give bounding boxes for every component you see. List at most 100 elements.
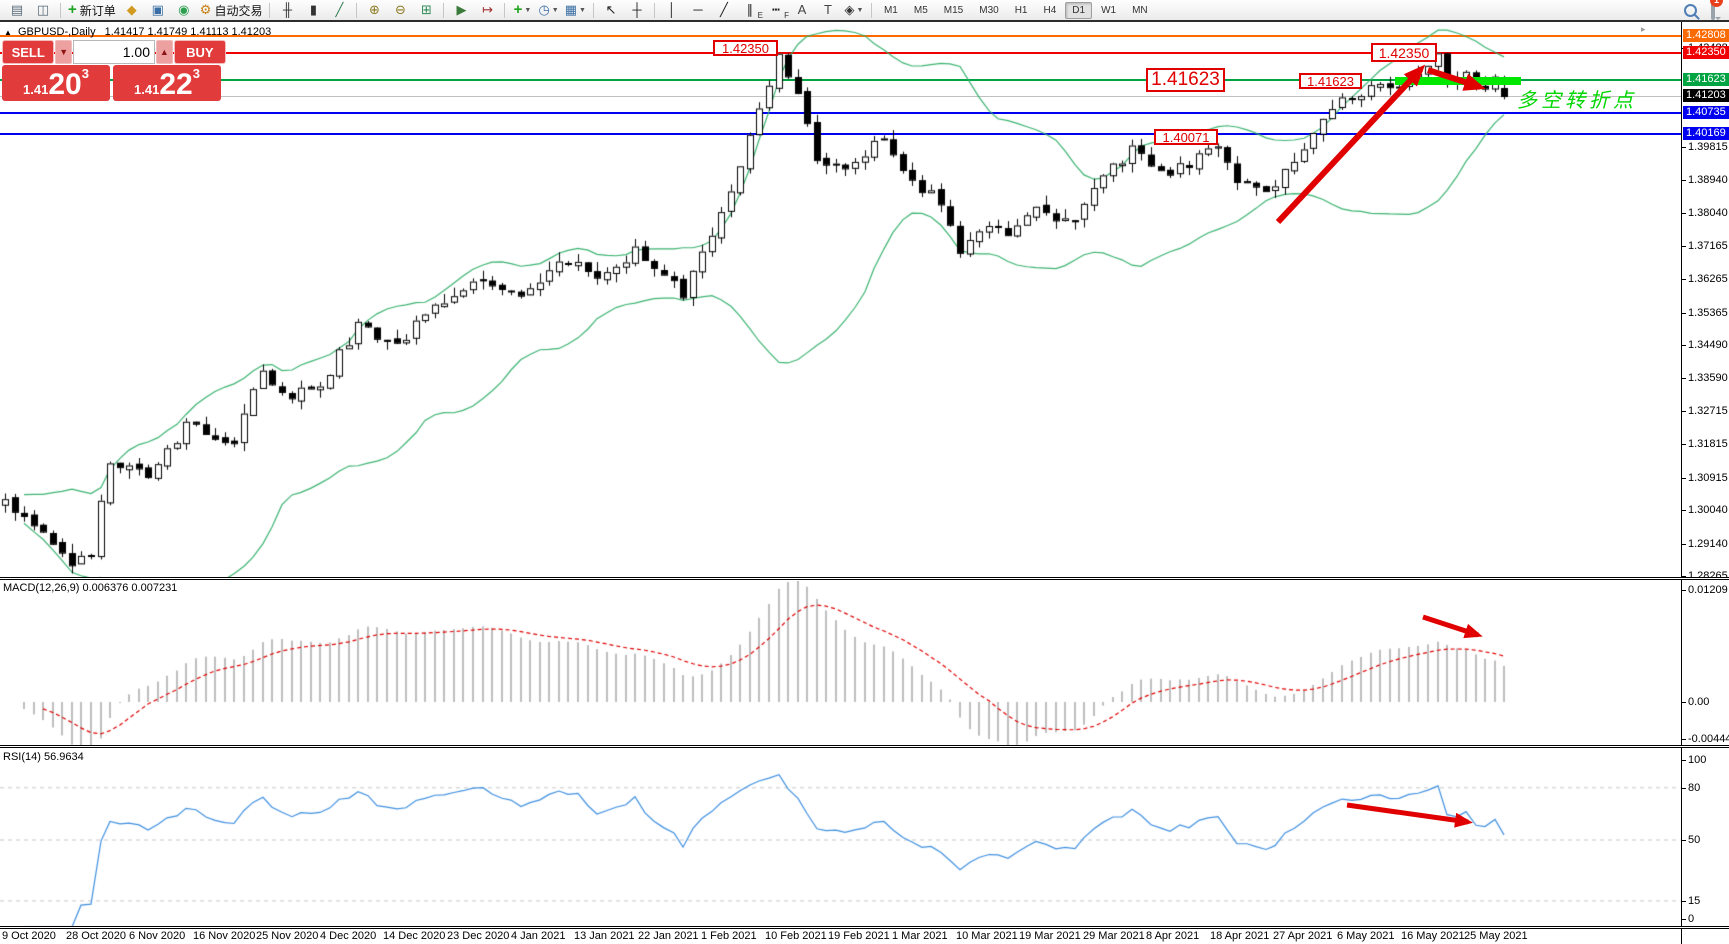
tile-windows-button[interactable]: ⊞ [414,1,438,19]
toolbar-separator [269,3,270,18]
buy-price-display[interactable]: 1.41 22 3 [113,65,221,101]
buy-price-prefix: 1.41 [134,82,159,97]
price-label-support-large[interactable]: 1.41623 [1146,68,1225,92]
axis-badge-1.41623: 1.41623 [1683,73,1729,86]
crosshair-button[interactable]: ┼ [625,1,649,19]
autotrading-icon: ⚙ [200,2,212,18]
timeframe-button-W1[interactable]: W1 [1094,2,1123,19]
zoom-in-icon: ⊕ [369,2,380,18]
volume-decrease-button[interactable]: ▼ [55,40,72,64]
timeframe-button-H1[interactable]: H1 [1008,2,1035,19]
price-label-support-small[interactable]: 1.41623 [1299,73,1362,89]
timeframe-button-group: M1M5M15M30H1H4D1W1MN [876,2,1156,19]
rsi-axis-80: 80 [1688,782,1700,795]
fibonacci-sub-letter: F [784,11,789,20]
date-label-19-Feb-2021: 19 Feb 2021 [828,930,890,942]
sell-button[interactable]: SELL [2,40,54,64]
price-chart-canvas[interactable] [0,23,1681,577]
collapse-triangle-icon[interactable]: ▲ [4,28,12,37]
date-label-16-Nov-2020: 16 Nov 2020 [193,930,255,942]
panel-divider-macd[interactable] [0,577,1729,580]
buy-price-pip: 3 [193,66,200,81]
panel-divider-dates[interactable] [0,926,1729,929]
chart-candles-icon: ▮ [310,2,317,18]
charts-list-button[interactable]: ▤ [5,1,29,19]
macd-axis-0.00: 0.00 [1688,696,1709,709]
notifications-button[interactable]: 1 [1711,1,1715,19]
timeframe-button-M15[interactable]: M15 [937,2,970,19]
fibonacci-button[interactable]: ┅F [764,1,788,19]
chevron-down-icon: ▼ [579,7,586,14]
cursor-icon: ↖ [606,2,617,18]
arrows-shapes-button[interactable]: ◈▼ [842,1,866,19]
zoom-in-button[interactable]: ⊕ [362,1,386,19]
data-window-icon: ◫ [37,2,49,18]
signals-icon: ◉ [178,2,189,18]
one-click-top-row: SELL ▼ ▲ BUY [2,40,226,64]
autotrading-button[interactable]: ⚙自动交易 [198,1,265,19]
search-icon[interactable] [1684,4,1697,17]
timeframe-button-D1[interactable]: D1 [1065,2,1092,19]
green-highlight-bar[interactable] [1395,77,1521,85]
timeframe-button-M5[interactable]: M5 [907,2,935,19]
new-order-button[interactable]: +新订单 [66,1,118,19]
indicators-button[interactable]: +▼ [510,1,534,19]
templates-button[interactable]: ▦▼ [563,1,588,19]
metaeditor-icon: ◆ [127,2,137,18]
text-button[interactable]: A [790,1,814,19]
horizontal-line-button[interactable]: ─ [686,1,710,19]
zoom-out-button[interactable]: ⊖ [388,1,412,19]
metaeditor-button[interactable]: ◆ [120,1,144,19]
rsi-label: RSI(14) 56.9634 [3,751,84,763]
macd-chart-canvas[interactable] [0,581,1681,745]
date-label-6-May-2021: 6 May 2021 [1337,930,1394,942]
rsi-axis-50: 50 [1688,834,1700,847]
axis-tick-1.31815: 1.31815 [1688,438,1728,451]
new-order-icon: + [68,2,77,18]
turning-point-annotation[interactable]: 多空转折点 [1517,84,1637,113]
chart-bars-button[interactable]: ╫ [275,1,299,19]
panel-divider-rsi[interactable] [0,745,1729,748]
chart-line-button[interactable]: ╱ [327,1,351,19]
buy-button[interactable]: BUY [174,40,226,64]
chart-shift-marker[interactable]: ▸ [1641,24,1646,35]
chart-shift-icon: ↦ [482,2,493,18]
timeframe-button-M1[interactable]: M1 [877,2,905,19]
periods-button[interactable]: ◷▼ [536,1,560,19]
axis-badge-1.41203: 1.41203 [1683,89,1729,102]
price-label-lower-support[interactable]: 1.40071 [1154,129,1218,145]
signals-button[interactable]: ◉ [172,1,196,19]
price-label-feb-high[interactable]: 1.42350 [713,40,778,56]
vertical-line-button[interactable]: │ [660,1,684,19]
timeframe-button-H4[interactable]: H4 [1036,2,1063,19]
toolbar-separator [654,3,655,18]
axis-tick-1.34490: 1.34490 [1688,339,1728,352]
sell-price-pip: 3 [82,66,89,81]
horizontal-line-icon: ─ [693,2,702,18]
axis-badge-1.42808: 1.42808 [1683,29,1729,42]
text-label-button[interactable]: T [816,1,840,19]
symbol-period-label: GBPUSD-,Daily [18,26,96,38]
volume-input[interactable] [73,40,155,64]
toolbox-button[interactable]: ▣ [146,1,170,19]
text-label-icon: T [824,2,832,18]
chevron-down-icon: ▼ [524,7,531,14]
timeframe-button-M30[interactable]: M30 [972,2,1005,19]
sell-price-display[interactable]: 1.41 20 3 [2,65,110,101]
cursor-button[interactable]: ↖ [599,1,623,19]
chart-candles-button[interactable]: ▮ [301,1,325,19]
auto-scroll-button[interactable]: ▶ [449,1,473,19]
volume-increase-button[interactable]: ▲ [156,40,173,64]
equidistant-channel-button[interactable]: ∥E [738,1,762,19]
timeframe-button-MN[interactable]: MN [1125,2,1155,19]
rsi-axis-0: 0 [1688,913,1694,926]
date-label-14-Dec-2020: 14 Dec 2020 [383,930,445,942]
trendline-button[interactable]: ╱ [712,1,736,19]
chart-shift-button[interactable]: ↦ [475,1,499,19]
date-label-23-Dec-2020: 23 Dec 2020 [447,930,509,942]
data-window-button[interactable]: ◫ [31,1,55,19]
date-label-10-Mar-2021: 10 Mar 2021 [956,930,1018,942]
price-label-may-high[interactable]: 1.42350 [1371,43,1437,62]
chart-bars-icon: ╫ [283,2,292,18]
rsi-chart-canvas[interactable] [0,749,1681,927]
